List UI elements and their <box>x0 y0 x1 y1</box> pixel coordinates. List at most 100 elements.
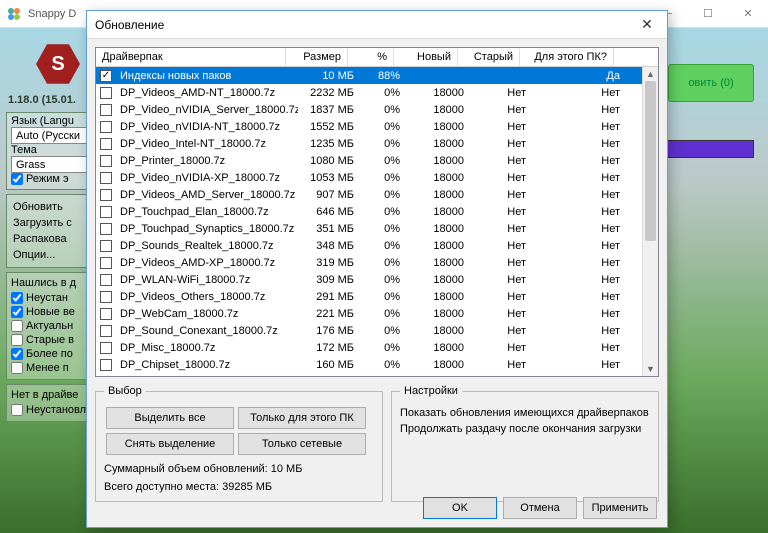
table-row[interactable]: DP_Videos_Others_18000.7z291 МБ0%18000Не… <box>96 288 658 305</box>
cell-size: 291 МБ <box>298 291 360 303</box>
table-row[interactable]: DP_Misc_18000.7z172 МБ0%18000НетНет <box>96 339 658 356</box>
apply-button[interactable]: Применить <box>583 497 657 519</box>
col-percent[interactable]: % <box>348 48 394 66</box>
cell-old: Нет <box>470 257 532 269</box>
listview-body: Индексы новых паков10 МБ88%ДаDP_Videos_A… <box>96 67 658 376</box>
table-row[interactable]: Индексы новых паков10 МБ88%Да <box>96 67 658 84</box>
freespace-label: Всего доступно места: 39285 МБ <box>104 481 374 493</box>
cell-new: 18000 <box>406 104 470 116</box>
cell-size: 221 МБ <box>298 308 360 320</box>
table-row[interactable]: DP_Videos_AMD-NT_18000.7z2232 МБ0%18000Н… <box>96 84 658 101</box>
only-network-button[interactable]: Только сетевые <box>238 433 366 455</box>
maximize-button[interactable]: ☐ <box>688 1 728 27</box>
table-row[interactable]: DP_Chipset_18000.7z160 МБ0%18000НетНет <box>96 356 658 373</box>
cell-this-pc: Нет <box>532 189 626 201</box>
table-row[interactable]: DP_Sound_Conexant_18000.7z176 МБ0%18000Н… <box>96 322 658 339</box>
row-checkbox[interactable] <box>100 87 112 99</box>
table-row[interactable]: DP_Touchpad_Synaptics_18000.7z351 МБ0%18… <box>96 220 658 237</box>
row-checkbox[interactable] <box>100 70 112 82</box>
row-checkbox[interactable] <box>100 155 112 167</box>
cell-new: 18000 <box>406 274 470 286</box>
select-all-button[interactable]: Выделить все <box>106 407 234 429</box>
close-icon[interactable]: ✕ <box>627 12 667 38</box>
row-checkbox[interactable] <box>100 138 112 150</box>
cell-percent: 0% <box>360 206 406 218</box>
col-old[interactable]: Старый <box>458 48 520 66</box>
table-row[interactable]: DP_Video_nVIDIA-NT_18000.7z1552 МБ0%1800… <box>96 118 658 135</box>
table-row[interactable]: DP_Printer_18000.7z1080 МБ0%18000НетНет <box>96 152 658 169</box>
scroll-down-icon[interactable]: ▼ <box>643 362 658 376</box>
cell-name: DP_Video_Intel-NT_18000.7z <box>114 138 298 150</box>
row-checkbox[interactable] <box>100 291 112 303</box>
cell-this-pc: Нет <box>532 223 626 235</box>
table-row[interactable]: DP_WebCam_18000.7z221 МБ0%18000НетНет <box>96 305 658 322</box>
table-row[interactable]: DP_Videos_AMD_Server_18000.7z907 МБ0%180… <box>96 186 658 203</box>
col-new[interactable]: Новый <box>394 48 458 66</box>
ok-button[interactable]: OK <box>423 497 497 519</box>
row-checkbox[interactable] <box>100 257 112 269</box>
table-row[interactable]: DP_Videos_AMD-XP_18000.7z319 МБ0%18000Не… <box>96 254 658 271</box>
table-row[interactable]: DP_WLAN-WiFi_18000.7z309 МБ0%18000НетНет <box>96 271 658 288</box>
cell-percent: 0% <box>360 138 406 150</box>
cell-old: Нет <box>470 172 532 184</box>
cell-old: Нет <box>470 155 532 167</box>
row-checkbox[interactable] <box>100 359 112 371</box>
driverpack-listview[interactable]: Драйверпак Размер % Новый Старый Для это… <box>95 47 659 377</box>
listview-header: Драйверпак Размер % Новый Старый Для это… <box>96 48 658 67</box>
row-checkbox[interactable] <box>100 189 112 201</box>
cell-new: 18000 <box>406 257 470 269</box>
cell-size: 1235 МБ <box>298 138 360 150</box>
parent-close-button[interactable]: ✕ <box>728 1 768 27</box>
cell-size: 1053 МБ <box>298 172 360 184</box>
cell-percent: 88% <box>360 70 406 82</box>
setting-show-updates[interactable]: Показать обновления имеющихся драйверпак… <box>400 405 650 421</box>
table-row[interactable]: DP_Touchpad_Elan_18000.7z646 МБ0%18000Не… <box>96 203 658 220</box>
table-row[interactable]: DP_Video_Intel-NT_18000.7z1235 МБ0%18000… <box>96 135 658 152</box>
cell-this-pc: Да <box>532 70 626 82</box>
row-checkbox[interactable] <box>100 240 112 252</box>
setting-seed[interactable]: Продолжать раздачу после окончания загру… <box>400 421 650 437</box>
scrollbar[interactable]: ▲ ▼ <box>642 67 658 376</box>
progress-bar <box>658 140 754 158</box>
row-checkbox[interactable] <box>100 206 112 218</box>
cell-new: 18000 <box>406 291 470 303</box>
only-this-pc-button[interactable]: Только для этого ПК <box>238 407 366 429</box>
row-checkbox[interactable] <box>100 121 112 133</box>
cell-size: 348 МБ <box>298 240 360 252</box>
install-button[interactable]: овить (0) <box>668 64 754 102</box>
cell-size: 319 МБ <box>298 257 360 269</box>
col-name[interactable]: Драйверпак <box>96 48 286 66</box>
cell-name: DP_Videos_AMD-XP_18000.7z <box>114 257 298 269</box>
clear-selection-button[interactable]: Снять выделение <box>106 433 234 455</box>
table-row[interactable]: DP_Sounds_Realtek_18000.7z348 МБ0%18000Н… <box>96 237 658 254</box>
cell-old: Нет <box>470 359 532 371</box>
cell-this-pc: Нет <box>532 257 626 269</box>
col-this-pc[interactable]: Для этого ПК? <box>520 48 614 66</box>
col-size[interactable]: Размер <box>286 48 348 66</box>
table-row[interactable]: DP_Video_nVIDIA_Server_18000.7z1837 МБ0%… <box>96 101 658 118</box>
cell-name: DP_Sounds_Realtek_18000.7z <box>114 240 298 252</box>
row-checkbox[interactable] <box>100 308 112 320</box>
cell-name: DP_Videos_Others_18000.7z <box>114 291 298 303</box>
cell-old: Нет <box>470 342 532 354</box>
row-checkbox[interactable] <box>100 342 112 354</box>
cell-new: 18000 <box>406 172 470 184</box>
cell-name: DP_Video_nVIDIA_Server_18000.7z <box>114 104 298 116</box>
cell-this-pc: Нет <box>532 291 626 303</box>
cell-this-pc: Нет <box>532 342 626 354</box>
row-checkbox[interactable] <box>100 172 112 184</box>
cell-percent: 0% <box>360 325 406 337</box>
cell-old: Нет <box>470 104 532 116</box>
scroll-thumb[interactable] <box>645 81 656 241</box>
row-checkbox[interactable] <box>100 325 112 337</box>
row-checkbox[interactable] <box>100 223 112 235</box>
cell-new: 18000 <box>406 223 470 235</box>
row-checkbox[interactable] <box>100 274 112 286</box>
cell-name: DP_WebCam_18000.7z <box>114 308 298 320</box>
cell-name: DP_Video_nVIDIA-XP_18000.7z <box>114 172 298 184</box>
cancel-button[interactable]: Отмена <box>503 497 577 519</box>
cell-this-pc: Нет <box>532 359 626 371</box>
scroll-up-icon[interactable]: ▲ <box>643 67 658 81</box>
table-row[interactable]: DP_Video_nVIDIA-XP_18000.7z1053 МБ0%1800… <box>96 169 658 186</box>
row-checkbox[interactable] <box>100 104 112 116</box>
